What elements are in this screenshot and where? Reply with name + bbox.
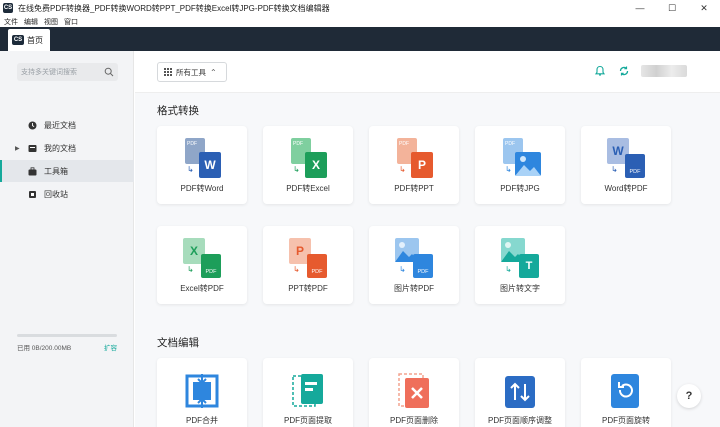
app-logo: CS (3, 3, 13, 13)
menu-view[interactable]: 视图 (44, 17, 58, 27)
help-button[interactable]: ? (677, 384, 701, 408)
search-icon[interactable] (104, 67, 114, 77)
tool-label: 图片转文字 (500, 284, 540, 293)
expand-arrow-icon[interactable]: ▶ (15, 145, 20, 152)
tool-label: PDF合并 (186, 416, 218, 425)
sidebar-item-my-docs[interactable]: ▶ 我的文档 (0, 137, 134, 159)
toolbox-icon (28, 166, 37, 176)
tool-label: Word转PDF (604, 184, 648, 193)
tab-home[interactable]: CS 首页 (8, 29, 50, 51)
section-title-edit: 文档编辑 (157, 337, 199, 349)
tool-label: PDF页面提取 (284, 416, 332, 425)
main-header: 所有工具 ⌃ (135, 51, 720, 93)
tool-card-excel-to-pdf[interactable]: X PDF ↳ Excel转PDF (157, 226, 247, 304)
section-title-format: 格式转换 (157, 105, 199, 117)
tool-label: PDF转Word (180, 184, 224, 193)
title-bar: CS 在线免费PDF转换器_PDF转换WORD转PPT_PDF转换Excel转J… (0, 0, 720, 16)
chevron-up-icon: ⌃ (210, 67, 217, 77)
menu-edit[interactable]: 编辑 (24, 17, 38, 27)
tab-bar: CS 首页 (0, 27, 720, 51)
menu-window[interactable]: 窗口 (64, 17, 78, 27)
menu-file[interactable]: 文件 (4, 17, 18, 27)
tool-card-pdf-to-word[interactable]: PDF W ↳ PDF转Word (157, 126, 247, 204)
pdf-reorder-icon (499, 370, 541, 412)
tab-logo: CS (12, 35, 24, 45)
sidebar-item-trash[interactable]: 回收站 (0, 183, 134, 205)
tool-label: Excel转PDF (180, 284, 224, 293)
sidebar-item-label: 我的文档 (44, 143, 76, 153)
image-to-text-icon: T ↳ (499, 238, 541, 280)
tool-card-image-to-pdf[interactable]: PDF ↳ 图片转PDF (369, 226, 459, 304)
ppt-to-pdf-icon: P PDF ↳ (287, 238, 329, 280)
tool-card-pdf-delete[interactable]: PDF页面删除 (369, 358, 459, 427)
tool-card-pdf-extract[interactable]: PDF页面提取 (263, 358, 353, 427)
tool-label: PDF页面旋转 (602, 416, 650, 425)
maximize-button[interactable]: ☐ (656, 0, 688, 16)
tool-label: 图片转PDF (394, 284, 434, 293)
expand-storage-link[interactable]: 扩容 (104, 342, 117, 352)
trash-icon (28, 190, 37, 199)
storage-usage-text: 已用 0B/200.00MB (17, 345, 72, 352)
sidebar-item-recent[interactable]: 最近文档 (0, 114, 134, 136)
pdf-rotate-icon (605, 370, 647, 412)
sidebar-item-label: 回收站 (44, 189, 68, 199)
storage-progress-bar (17, 334, 117, 337)
tool-label: PDF页面删除 (390, 416, 438, 425)
pdf-merge-icon (181, 370, 223, 412)
minimize-button[interactable]: — (624, 0, 656, 16)
all-tools-label: 所有工具 (176, 67, 206, 77)
sidebar-item-toolbox[interactable]: 工具箱 (0, 160, 134, 182)
search-placeholder: 支持多关键词搜索 (21, 69, 77, 76)
tool-card-pdf-to-ppt[interactable]: PDF P ↳ PDF转PPT (369, 126, 459, 204)
tool-card-pdf-reorder[interactable]: PDF页面顺序调整 (475, 358, 565, 427)
close-button[interactable]: ✕ (688, 0, 720, 16)
folder-icon (28, 144, 37, 153)
tab-home-label: 首页 (27, 35, 43, 45)
search-input[interactable]: 支持多关键词搜索 (17, 63, 118, 81)
sidebar-item-label: 工具箱 (44, 166, 68, 176)
clock-icon (28, 121, 37, 130)
pdf-delete-icon (393, 370, 435, 412)
sync-icon[interactable] (618, 65, 630, 77)
sidebar: 支持多关键词搜索 最近文档 ▶ 我的文档 工具箱 回收站 已用 0B/200.0… (0, 51, 134, 427)
tool-card-pdf-rotate[interactable]: PDF页面旋转 (581, 358, 671, 427)
window-controls: — ☐ ✕ (624, 0, 720, 16)
sidebar-item-label: 最近文档 (44, 120, 76, 130)
tool-label: PDF转PPT (394, 184, 434, 193)
tool-card-image-to-text[interactable]: T ↳ 图片转文字 (475, 226, 565, 304)
tool-card-ppt-to-pdf[interactable]: P PDF ↳ PPT转PDF (263, 226, 353, 304)
excel-to-pdf-icon: X PDF ↳ (181, 238, 223, 280)
tool-label: PDF转JPG (500, 184, 540, 193)
tool-label: PDF转Excel (286, 184, 330, 193)
tool-card-word-to-pdf[interactable]: W PDF ↳ Word转PDF (581, 126, 671, 204)
pdf-to-ppt-icon: PDF P ↳ (393, 138, 435, 180)
window-title: 在线免费PDF转换器_PDF转换WORD转PPT_PDF转换Excel转JPG-… (18, 3, 330, 13)
tool-label: PDF页面顺序调整 (488, 416, 552, 425)
pdf-to-word-icon: PDF W ↳ (181, 138, 223, 180)
bell-icon[interactable] (594, 65, 606, 77)
pdf-extract-icon (287, 370, 329, 412)
pdf-to-excel-icon: PDF X ↳ (287, 138, 329, 180)
user-account[interactable] (641, 65, 687, 77)
word-to-pdf-icon: W PDF ↳ (605, 138, 647, 180)
tool-card-pdf-to-excel[interactable]: PDF X ↳ PDF转Excel (263, 126, 353, 204)
main-content: 格式转换 PDF W ↳ PDF转Word PDF X ↳ PDF转Excel … (135, 93, 720, 427)
grid-icon (164, 68, 172, 76)
tool-card-pdf-to-jpg[interactable]: PDF ↳ PDF转JPG (475, 126, 565, 204)
image-to-pdf-icon: PDF ↳ (393, 238, 435, 280)
tool-label: PPT转PDF (288, 284, 328, 293)
pdf-to-jpg-icon: PDF ↳ (499, 138, 541, 180)
tool-card-pdf-merge[interactable]: PDF合并 (157, 358, 247, 427)
all-tools-dropdown[interactable]: 所有工具 ⌃ (157, 62, 227, 82)
menu-bar: 文件 编辑 视图 窗口 (0, 16, 720, 27)
